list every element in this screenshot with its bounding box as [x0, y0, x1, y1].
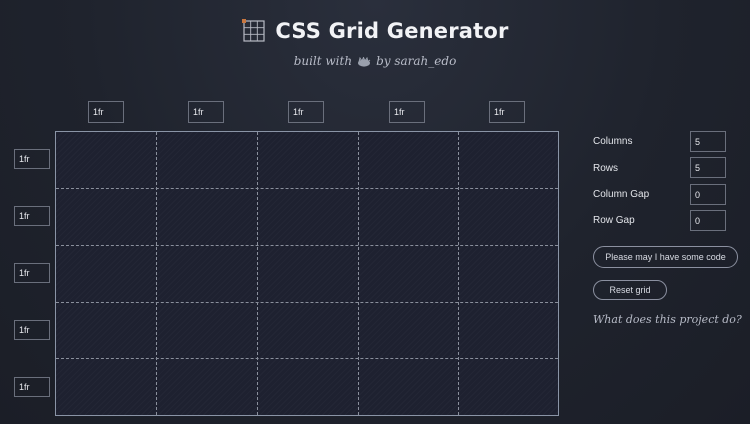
- column-gap-input[interactable]: [690, 184, 726, 205]
- grid-column-line: [458, 132, 459, 415]
- columns-label: Columns: [593, 136, 633, 147]
- hedgehog-icon: [357, 56, 371, 67]
- column-size-input-4[interactable]: [389, 101, 425, 123]
- grid-column-line: [358, 132, 359, 415]
- reset-grid-button[interactable]: Reset grid: [593, 280, 667, 300]
- byline-prefix: built with: [293, 54, 353, 68]
- title-row: CSS Grid Generator: [241, 18, 508, 44]
- grid-row-line: [56, 358, 558, 359]
- row-size-input-3[interactable]: [14, 263, 50, 283]
- grid-row-line: [56, 245, 558, 246]
- rows-label: Rows: [593, 163, 619, 174]
- get-code-button[interactable]: Please may I have some code: [593, 246, 738, 268]
- grid-column-line: [156, 132, 157, 415]
- rows-count-input[interactable]: [690, 157, 726, 178]
- row-gap-label: Row Gap: [593, 215, 635, 226]
- row-size-input-4[interactable]: [14, 320, 50, 340]
- grid-row-line: [56, 302, 558, 303]
- row-size-input-2[interactable]: [14, 206, 50, 226]
- page-title: CSS Grid Generator: [275, 19, 509, 43]
- column-size-input-3[interactable]: [288, 101, 324, 123]
- column-size-input-5[interactable]: [489, 101, 525, 123]
- row-size-input-5[interactable]: [14, 377, 50, 397]
- byline-suffix: by sarah_edo: [376, 54, 457, 68]
- column-size-input-1[interactable]: [88, 101, 124, 123]
- row-size-input-1[interactable]: [14, 149, 50, 169]
- grid-row-line: [56, 188, 558, 189]
- column-size-input-2[interactable]: [188, 101, 224, 123]
- column-gap-label: Column Gap: [593, 189, 650, 200]
- about-project-link[interactable]: What does this project do?: [593, 313, 742, 326]
- grid-canvas[interactable]: [55, 131, 559, 416]
- columns-count-input[interactable]: [690, 131, 726, 152]
- grid-logo-icon: [241, 18, 267, 44]
- grid-column-line: [257, 132, 258, 415]
- page-header: CSS Grid Generator built with by sarah_e…: [0, 18, 750, 70]
- row-gap-input[interactable]: [690, 210, 726, 231]
- byline: built with by sarah_edo: [294, 54, 457, 68]
